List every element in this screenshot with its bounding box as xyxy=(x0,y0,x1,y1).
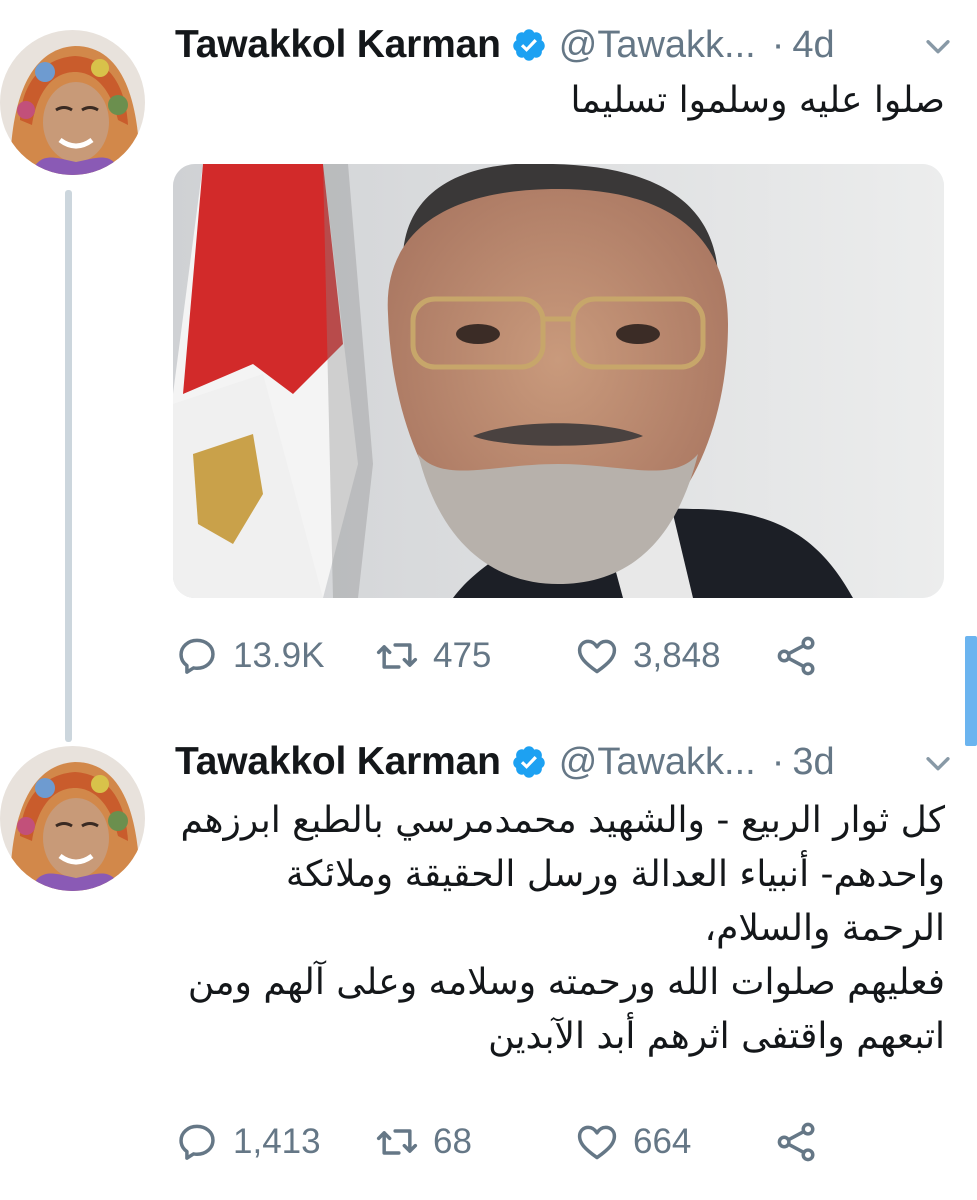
tweet-timestamp[interactable]: 4d xyxy=(792,24,834,67)
reply-count: 13.9K xyxy=(233,636,325,675)
heart-icon xyxy=(577,1125,617,1160)
separator-dot: · xyxy=(771,740,785,783)
like-button[interactable]: 664 xyxy=(575,1112,691,1172)
retweet-button[interactable]: 475 xyxy=(375,626,491,686)
author-name[interactable]: Tawakkol Karman xyxy=(175,23,501,67)
share-button[interactable] xyxy=(775,626,819,686)
like-button[interactable]: 3,848 xyxy=(575,626,721,686)
separator-dot: · xyxy=(771,23,785,66)
retweet-count: 68 xyxy=(433,1122,472,1161)
author-name[interactable]: Tawakkol Karman xyxy=(175,740,501,784)
reply-icon xyxy=(179,638,215,674)
reply-button[interactable]: 13.9K xyxy=(175,626,324,686)
author-handle[interactable]: @Tawakk... xyxy=(559,741,756,784)
reply-button[interactable]: 1,413 xyxy=(175,1112,321,1172)
verified-badge-icon xyxy=(512,29,545,61)
verified-badge-icon xyxy=(512,746,545,778)
tweet-text: صلوا عليه وسلموا تسليما xyxy=(570,80,945,121)
share-icon xyxy=(777,1122,815,1162)
share-button[interactable] xyxy=(775,1112,819,1172)
chevron-down-icon[interactable] xyxy=(921,29,955,63)
avatar[interactable] xyxy=(0,30,145,175)
tweet-timestamp[interactable]: 3d xyxy=(792,741,834,784)
retweet-icon xyxy=(376,643,418,669)
tweet-header: Tawakkol Karman @Tawakk... · 4d xyxy=(175,17,955,73)
reply-count: 1,413 xyxy=(233,1122,321,1161)
tweet-actions: 13.9K 475 3,848 xyxy=(175,626,875,686)
tweet-text: كل ثوار الربيع - والشهيد محمدمرسي بالطبع… xyxy=(180,800,945,1057)
reply-icon xyxy=(179,1124,215,1160)
like-count: 664 xyxy=(633,1122,692,1161)
tweet-photo[interactable] xyxy=(173,164,944,598)
thread-connector-line xyxy=(65,190,72,742)
scrollbar-thumb[interactable] xyxy=(965,636,977,746)
tweet-header: Tawakkol Karman @Tawakk... · 3d xyxy=(175,734,955,790)
share-icon xyxy=(777,636,815,676)
avatar[interactable] xyxy=(0,746,145,891)
retweet-button[interactable]: 68 xyxy=(375,1112,472,1172)
author-handle[interactable]: @Tawakk... xyxy=(559,24,756,67)
chevron-down-icon[interactable] xyxy=(921,746,955,780)
retweet-count: 475 xyxy=(433,636,492,675)
retweet-icon xyxy=(376,1129,418,1155)
like-count: 3,848 xyxy=(633,636,721,675)
heart-icon xyxy=(577,639,617,674)
tweet-actions: 1,413 68 664 xyxy=(175,1112,875,1172)
